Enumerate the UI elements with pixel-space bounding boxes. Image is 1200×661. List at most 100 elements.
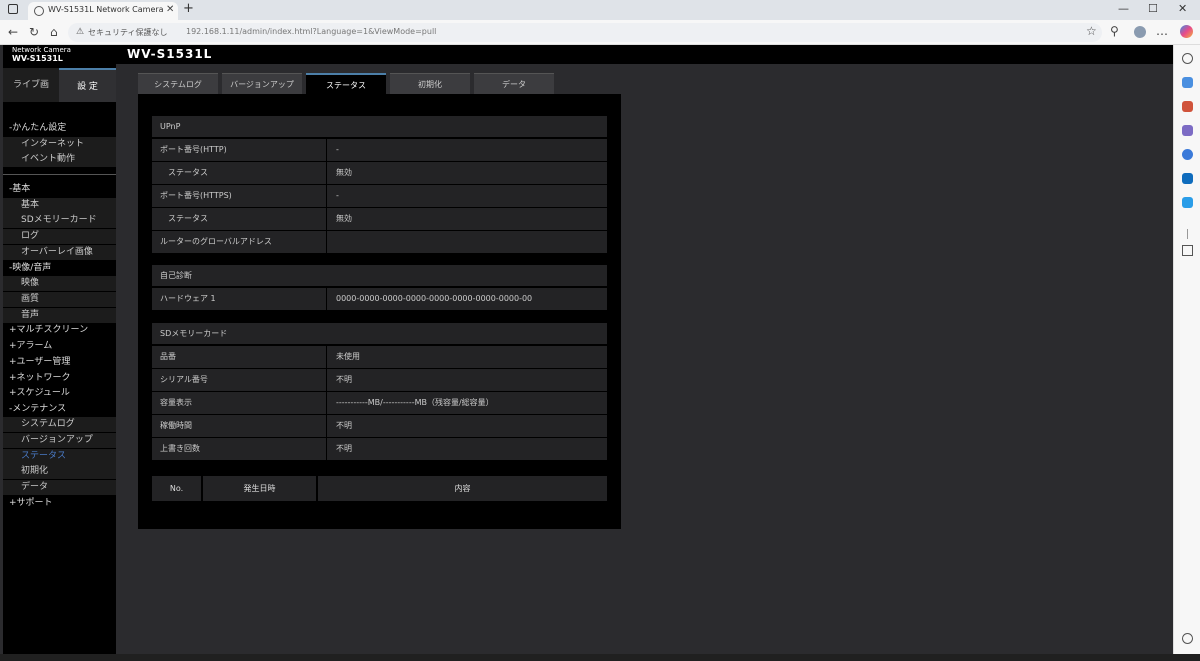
row-label: ハードウェア 1 — [152, 288, 327, 310]
nav-overlay-image[interactable]: オーバーレイ画像 — [3, 245, 116, 260]
tab-status[interactable]: ステータス — [306, 73, 386, 94]
outlook-icon[interactable] — [1182, 173, 1193, 184]
tab-setup[interactable]: 設 定 — [59, 68, 116, 102]
table-row: ポート番号(HTTP) - — [152, 139, 607, 161]
tab-data[interactable]: データ — [474, 73, 554, 94]
row-value: -----------MB/-----------MB（残容量/総容量） — [336, 398, 494, 407]
nav-internet[interactable]: インターネット — [3, 137, 116, 152]
row-label: ルーターのグローバルアドレス — [152, 231, 327, 253]
nav-sd-card[interactable]: SDメモリーカード — [3, 213, 116, 228]
sidebar-toggle-icon[interactable] — [8, 4, 18, 14]
row-value: 不明 — [336, 444, 352, 453]
toolbox-icon[interactable] — [1182, 101, 1193, 112]
address-bar-row: ← ↻ ⌂ ⚠ セキュリティ保護なし 192.168.1.11/admin/in… — [0, 20, 1200, 45]
nav-event-action[interactable]: イベント動作 — [3, 152, 116, 167]
table-row: 容量表示 -----------MB/-----------MB（残容量/総容量… — [152, 392, 607, 414]
extensions-icon[interactable]: ⚲ — [1110, 24, 1119, 38]
more-icon[interactable]: … — [1156, 24, 1168, 38]
row-label: 品番 — [152, 346, 327, 368]
nav-video[interactable]: 映像 — [3, 276, 116, 291]
row-value: 0000-0000-0000-0000-0000-0000-0000-0000-… — [336, 294, 533, 303]
security-label[interactable]: セキュリティ保護なし — [88, 27, 168, 38]
settings-icon[interactable] — [1182, 633, 1193, 644]
nav-easy-setup[interactable]: -かんたん設定 — [3, 121, 116, 136]
back-icon[interactable]: ← — [8, 25, 18, 39]
row-label: 上書き回数 — [152, 438, 327, 460]
add-icon[interactable] — [1182, 245, 1193, 256]
table-row: 品番 未使用 — [152, 346, 607, 368]
camera-header: Network Camera WV-S1531L WV-S1531L — [3, 45, 1173, 64]
row-value — [328, 231, 607, 253]
status-panel: UPnP ポート番号(HTTP) - ステータス 無効 ポート番号(HTTPS)… — [138, 94, 621, 529]
games-icon[interactable] — [1182, 125, 1193, 136]
search-icon[interactable] — [1182, 53, 1193, 64]
column-content: 内容 — [318, 476, 607, 501]
browser-tab-bar: WV-S1531L Network Camera ✕ + — ☐ ✕ — [0, 0, 1200, 20]
tab-system-log[interactable]: システムログ — [138, 73, 218, 94]
maximize-icon[interactable]: ☐ — [1148, 2, 1158, 15]
browser-tab[interactable]: WV-S1531L Network Camera ✕ — [28, 2, 178, 20]
nav-basic[interactable]: 基本 — [3, 198, 116, 213]
nav-schedule[interactable]: +スケジュール — [3, 386, 116, 401]
nav-multiscreen[interactable]: +マルチスクリーン — [3, 323, 116, 338]
reload-icon[interactable]: ↻ — [29, 25, 39, 39]
table-row: シリアル番号 不明 — [152, 369, 607, 391]
nav-maintenance-group[interactable]: -メンテナンス — [3, 402, 116, 417]
rail-divider — [1187, 229, 1188, 239]
new-tab-icon[interactable]: + — [183, 1, 194, 16]
nav-initialize[interactable]: 初期化 — [3, 464, 116, 479]
nav-log[interactable]: ログ — [3, 229, 116, 244]
nav-status[interactable]: ステータス — [3, 449, 116, 464]
logo-line1: Network Camera — [12, 46, 71, 54]
nav-basic-group[interactable]: -基本 — [3, 182, 116, 197]
warning-icon[interactable]: ⚠ — [76, 27, 84, 37]
url-text[interactable]: 192.168.1.11/admin/index.html?Language=1… — [186, 27, 436, 36]
home-icon[interactable]: ⌂ — [50, 25, 58, 39]
nav-data[interactable]: データ — [3, 480, 116, 495]
table-row: 稼働時間 不明 — [152, 415, 607, 437]
left-nav: ライブ画 設 定 -かんたん設定 インターネット イベント動作 -基本 基本 S… — [3, 64, 116, 654]
close-tab-icon[interactable]: ✕ — [166, 4, 174, 15]
tab-live[interactable]: ライブ画 — [3, 68, 59, 102]
nav-audio[interactable]: 音声 — [3, 308, 116, 323]
nav-image-quality[interactable]: 画質 — [3, 292, 116, 307]
row-value: 未使用 — [336, 352, 360, 361]
logo-line2: WV-S1531L — [12, 54, 63, 63]
close-window-icon[interactable]: ✕ — [1178, 2, 1187, 15]
globe-icon — [34, 6, 44, 16]
nav-alarm[interactable]: +アラーム — [3, 339, 116, 354]
table-row: ルーターのグローバルアドレス — [152, 231, 607, 253]
row-label: ステータス — [152, 208, 327, 230]
minimize-icon[interactable]: — — [1118, 2, 1129, 15]
nav-network[interactable]: +ネットワーク — [3, 371, 116, 386]
row-value: - — [336, 145, 339, 154]
row-value: 不明 — [336, 375, 352, 384]
copilot-icon[interactable] — [1180, 25, 1193, 38]
column-datetime: 発生日時 — [203, 476, 316, 501]
nav-system-log[interactable]: システムログ — [3, 417, 116, 432]
nav-user-management[interactable]: +ユーザー管理 — [3, 355, 116, 370]
tag-icon[interactable] — [1182, 77, 1193, 88]
send-icon[interactable] — [1182, 197, 1193, 208]
row-label: シリアル番号 — [152, 369, 327, 391]
favorite-icon[interactable]: ☆ — [1086, 24, 1097, 38]
column-no: No. — [152, 476, 201, 501]
tab-version-up[interactable]: バージョンアップ — [222, 73, 302, 94]
row-value: 無効 — [336, 214, 352, 223]
section-upnp: UPnP — [152, 116, 607, 137]
nav-version-up[interactable]: バージョンアップ — [3, 433, 116, 448]
row-value: - — [336, 191, 339, 200]
nav-support[interactable]: +サポート — [3, 496, 116, 511]
tab-initialize[interactable]: 初期化 — [390, 73, 470, 94]
row-value: 不明 — [336, 421, 352, 430]
address-bar[interactable]: ⚠ セキュリティ保護なし 192.168.1.11/admin/index.ht… — [68, 23, 1102, 42]
browser-sidebar — [1173, 45, 1200, 661]
nav-video-audio-group[interactable]: -映像/音声 — [3, 261, 116, 276]
office-icon[interactable] — [1182, 149, 1193, 160]
row-label: ポート番号(HTTPS) — [152, 185, 327, 207]
log-table-header: No. 発生日時 内容 — [152, 476, 607, 501]
row-label: 稼働時間 — [152, 415, 327, 437]
table-row: ステータス 無効 — [152, 208, 607, 230]
profile-icon[interactable] — [1134, 26, 1146, 38]
row-label: 容量表示 — [152, 392, 327, 414]
